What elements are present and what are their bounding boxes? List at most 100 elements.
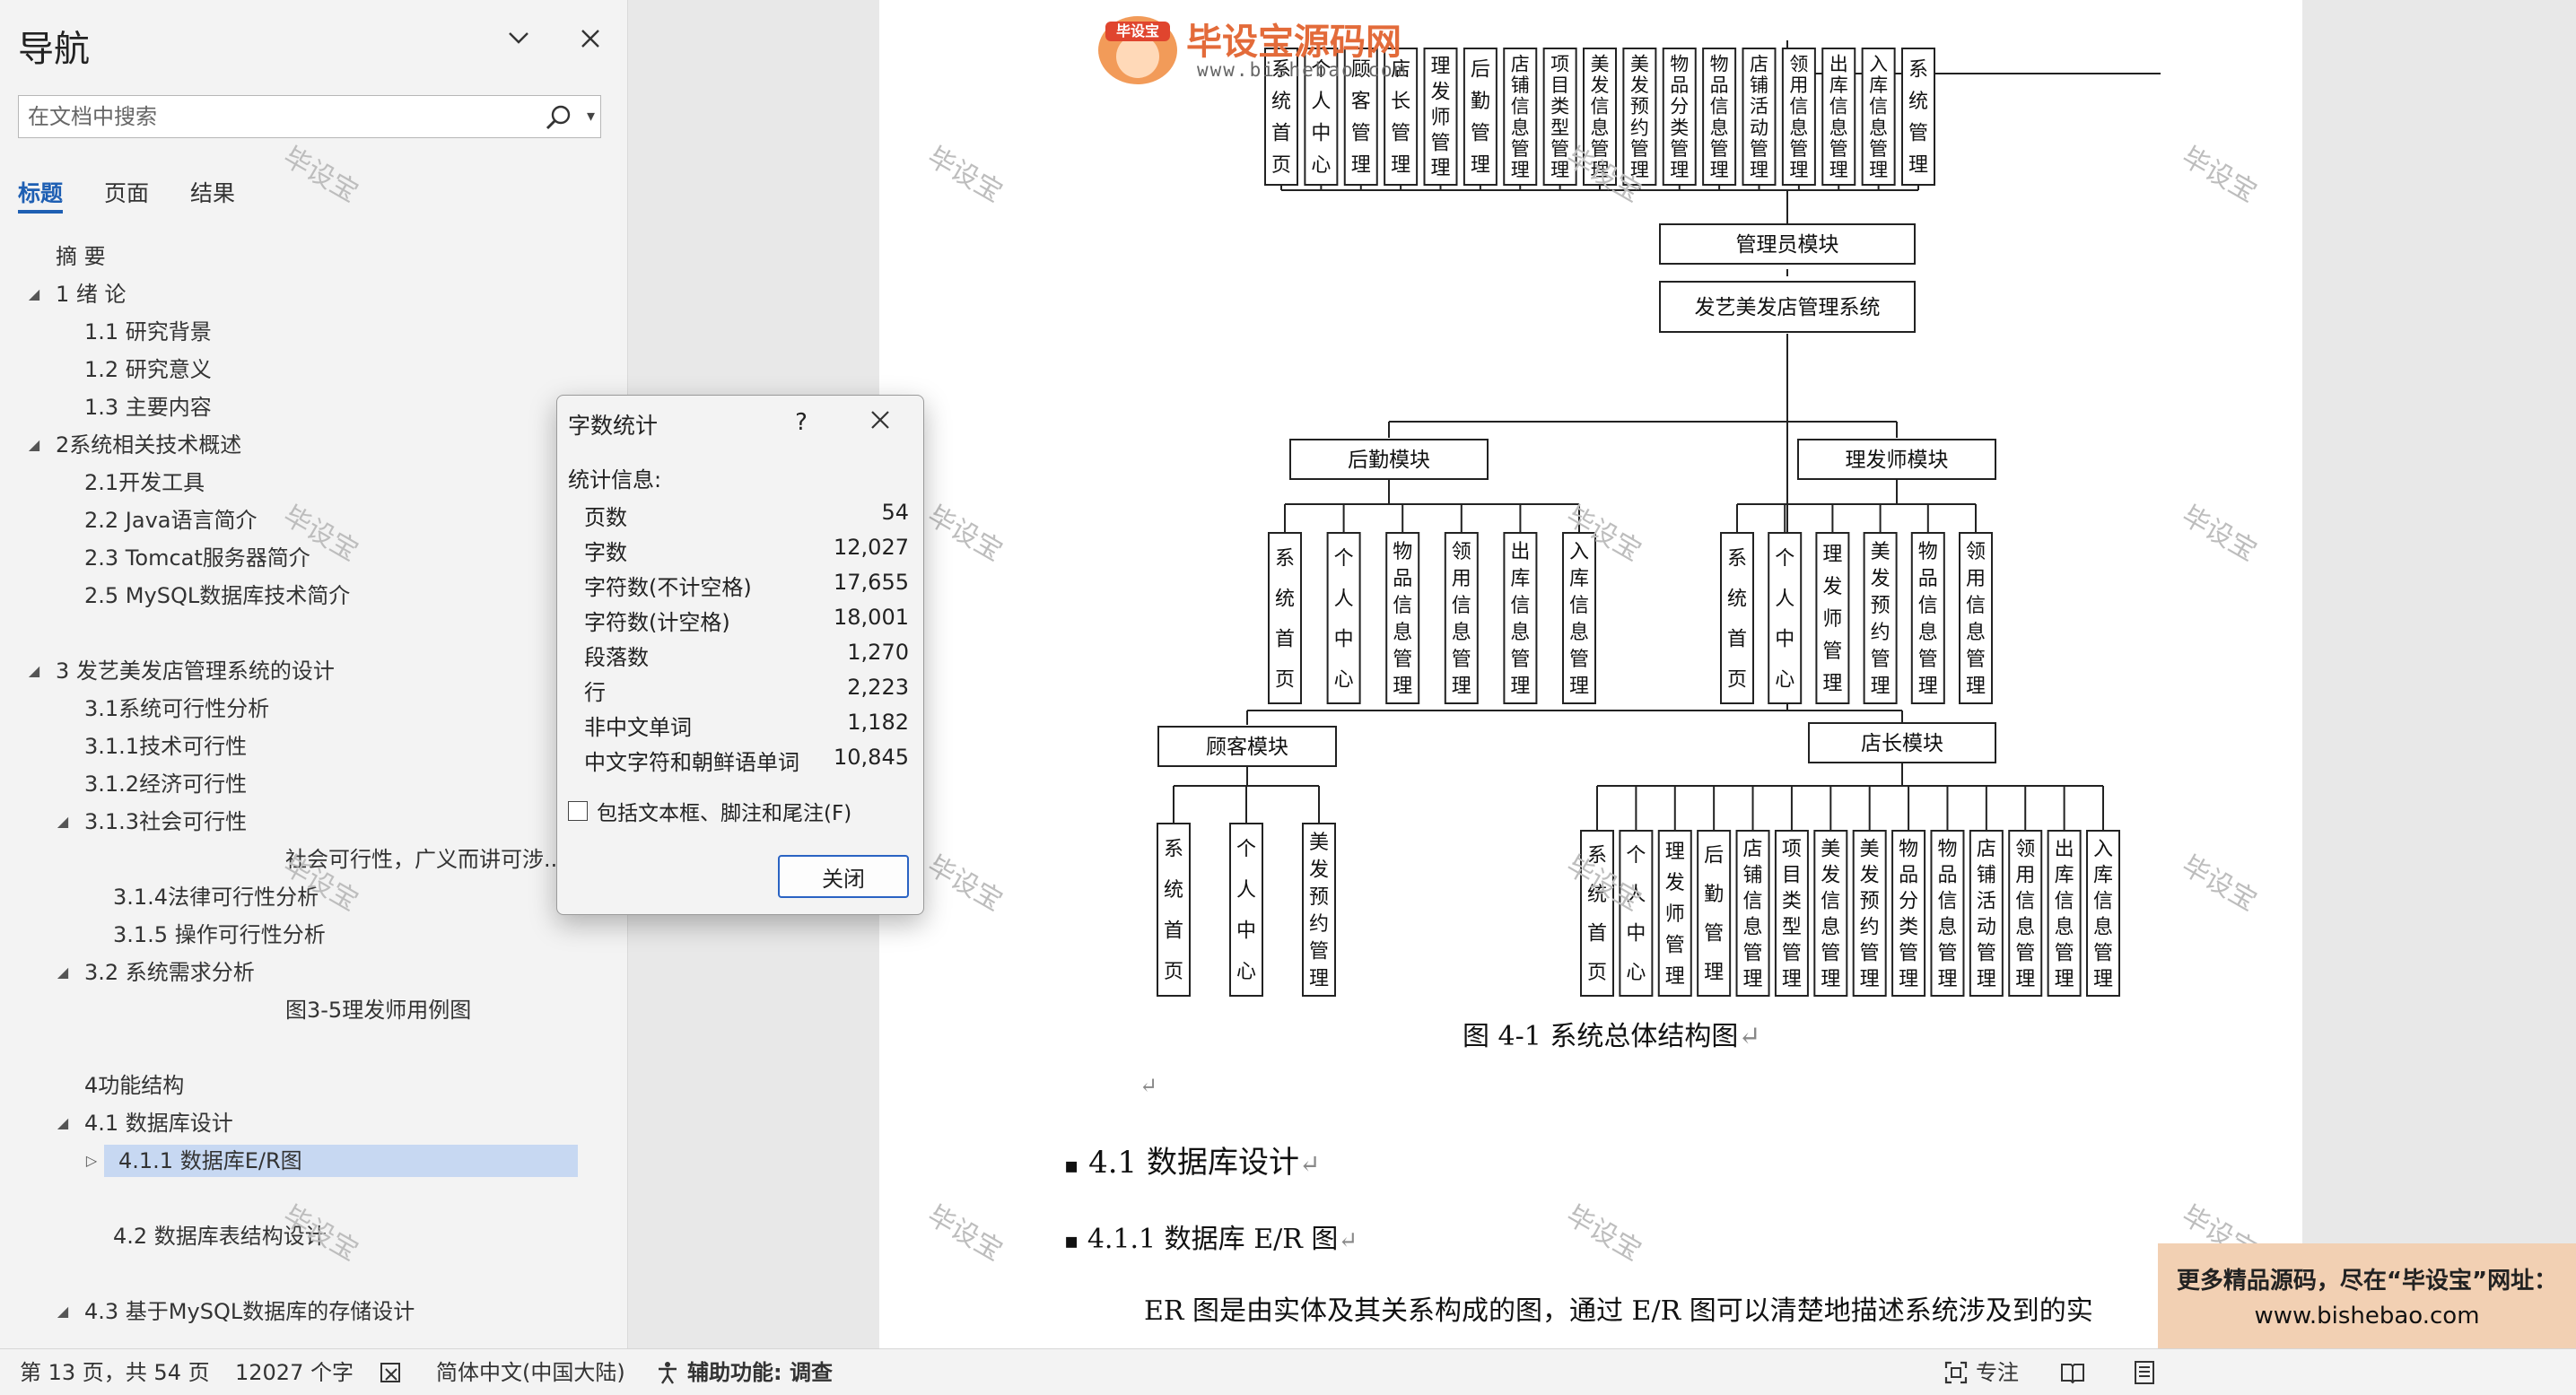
nav-heading-item[interactable]: 3.1.2经济可行性 [84,768,247,800]
nav-heading-item[interactable]: 4.1.1 数据库E/R图 [104,1145,578,1177]
expand-arrow-icon[interactable]: ◢ [25,278,43,310]
logistics-function-box: 出库信息管理 [1503,532,1538,704]
statistic-row: 非中文单词 1,182 [584,710,909,742]
nav-heading-item[interactable]: 1.2 研究意义 [84,353,212,386]
statistic-value: 54 [881,500,909,525]
manager-function-box: 入库信息管理 [2086,830,2120,997]
barber-function-box: 理发师管理 [1815,532,1850,704]
statistic-value: 1,270 [847,640,909,665]
nav-heading-item[interactable]: 3.1.1技术可行性 [84,730,247,763]
dialog-close-button[interactable] [860,403,900,442]
statistic-value: 17,655 [834,570,909,595]
tab-pages[interactable]: 页面 [104,176,149,208]
logo-url: www.bishebao.com [1197,59,1408,81]
nav-heading-item[interactable]: 3.1.3社会可行性 [84,806,247,838]
print-layout-icon[interactable] [2132,1360,2157,1385]
expand-arrow-icon[interactable]: ◢ [54,806,72,838]
nav-heading-item[interactable]: 3.1系统可行性分析 [84,693,269,725]
statistic-row: 字符数(不计空格) 17,655 [584,570,909,602]
logistics-module-box-label: 后勤模块 [1348,449,1430,472]
watermark-text: 毕设宝 [1560,1199,1646,1268]
promo-text: 更多精品源码，尽在“毕设宝”网址： [2176,1268,2558,1295]
include-textboxes-checkbox[interactable] [568,801,588,821]
document-page[interactable]: 系统首页 个人中心 顾客管理 店长管理 理发师管理 后勤管理 店铺信息管理 项目类型管理 美发信… [879,0,2302,1348]
customer-function-box: 个人中心 [1229,823,1263,997]
body-paragraph: ER 图是由实体及其关系构成的图，通过 E/R 图可以清楚地描述系统涉及到的实 [1144,1295,2093,1327]
focus-mode-button[interactable]: 专注 [1976,1349,2019,1395]
nav-heading-item[interactable]: 1.1 研究背景 [84,316,212,348]
expand-arrow-icon[interactable]: ◢ [25,429,43,461]
manager-module-box: 店长模块 [1808,722,1996,763]
nav-search-input[interactable] [28,101,548,132]
read-mode-icon[interactable] [2060,1360,2085,1385]
nav-heading-item[interactable]: 2系统相关技术概述 [56,429,241,461]
nav-heading-item[interactable]: 3.2 系统需求分析 [84,956,255,989]
nav-heading-item[interactable]: 3.1.4法律可行性分析 [113,881,319,913]
page-indicator[interactable]: 第 13 页，共 54 页 [20,1349,210,1395]
customer-module-box: 顾客模块 [1157,726,1337,767]
nav-heading-item[interactable]: 4.3 基于MySQL数据库的存储设计 [84,1295,415,1328]
expand-arrow-icon[interactable]: ◢ [25,655,43,687]
proofing-icon[interactable] [379,1360,404,1385]
root-system-box: 发艺美发店管理系统 [1659,281,1916,333]
nav-heading-item[interactable]: 1.3 主要内容 [84,391,212,423]
word-count-dialog[interactable]: 字数统计 ? 统计信息: 页数 54 字数 12,027 字符数(不计空格) 17,655… [556,395,924,915]
word-count-indicator[interactable]: 12027 个字 [235,1349,354,1395]
empty-paragraph-mark: ↵ [1140,1073,1158,1098]
manager-function-box: 美发信息管理 [1813,830,1848,997]
root-system-box-label: 发艺美发店管理系统 [1695,296,1881,319]
search-dropdown-icon[interactable]: ▾ [587,107,595,126]
statistic-row: 字符数(计空格) 18,001 [584,605,909,637]
logistics-module-box: 后勤模块 [1289,439,1489,480]
nav-heading-item[interactable]: 2.2 Java语言简介 [84,504,258,536]
nav-heading-item[interactable]: 摘 要 [56,240,106,273]
collapse-arrow-icon[interactable]: ▷ [83,1145,100,1177]
watermark-text: 毕设宝 [921,1199,1008,1268]
barber-function-box: 领用信息管理 [1959,532,1993,704]
manager-function-box: 后勤管理 [1697,830,1732,997]
nav-heading-item[interactable]: 2.3 Tomcat服务器简介 [84,542,310,574]
nav-pane-title: 导航 [18,29,90,70]
statistic-row: 段落数 1,270 [584,640,909,672]
expand-arrow-icon[interactable]: ◢ [54,956,72,989]
nav-heading-item[interactable]: 2.5 MySQL数据库技术简介 [84,580,350,612]
search-icon[interactable] [545,103,573,132]
statistic-label: 非中文单词 [584,715,692,740]
manager-function-box: 物品分类管理 [1891,830,1926,997]
return-mark: ↵ [1338,1227,1358,1254]
focus-icon[interactable] [1943,1360,1969,1385]
admin-function-box: 物品信息管理 [1702,48,1737,186]
include-textboxes-option[interactable]: 包括文本框、脚注和尾注(F) [568,796,851,826]
nav-options-button[interactable] [499,22,538,61]
accessibility-icon[interactable] [655,1360,680,1385]
manager-function-box: 店铺活动管理 [1969,830,2004,997]
statistic-value: 12,027 [834,535,909,560]
manager-function-box: 理发师管理 [1657,830,1692,997]
nav-heading-item[interactable]: 4功能结构 [84,1069,184,1102]
nav-search-box[interactable]: ▾ [18,95,601,138]
promo-url[interactable]: www.bishebao.com [2254,1303,2479,1330]
logo-badge: 毕设宝 [1115,22,1159,39]
language-indicator[interactable]: 简体中文(中国大陆) [436,1349,625,1395]
tab-headings[interactable]: 标题 [18,176,63,208]
nav-heading-item[interactable]: 图3-5理发师用例图 [285,994,471,1026]
nav-close-button[interactable] [571,22,610,61]
manager-function-box-label: 理发师管理 [1665,841,1685,988]
nav-heading-item[interactable]: 2.1开发工具 [84,466,205,499]
nav-heading-item[interactable]: 4.1 数据库设计 [84,1107,233,1139]
barber-function-box: 美发预约管理 [1863,532,1898,704]
accessibility-indicator[interactable]: 辅助功能: 调查 [687,1349,833,1395]
expand-arrow-icon[interactable]: ◢ [54,1295,72,1328]
statistic-row: 页数 54 [584,500,909,532]
nav-heading-item[interactable]: 3 发艺美发店管理系统的设计 [56,655,335,687]
tab-results[interactable]: 结果 [190,176,235,208]
expand-arrow-icon[interactable]: ◢ [54,1107,72,1139]
barber-function-box: 个人中心 [1768,532,1803,704]
nav-heading-item[interactable]: 1 绪 论 [56,278,127,310]
close-button[interactable]: 关闭 [778,855,909,898]
dialog-help-button[interactable]: ? [782,403,821,442]
promo-banner[interactable]: 更多精品源码，尽在“毕设宝”网址： www.bishebao.com [2158,1243,2576,1348]
admin-function-box: 物品分类管理 [1662,48,1697,186]
site-logo: 毕设宝 毕设宝源码网 www.bishebao.com [1093,7,1452,88]
nav-heading-item[interactable]: 3.1.5 操作可行性分析 [113,919,326,951]
